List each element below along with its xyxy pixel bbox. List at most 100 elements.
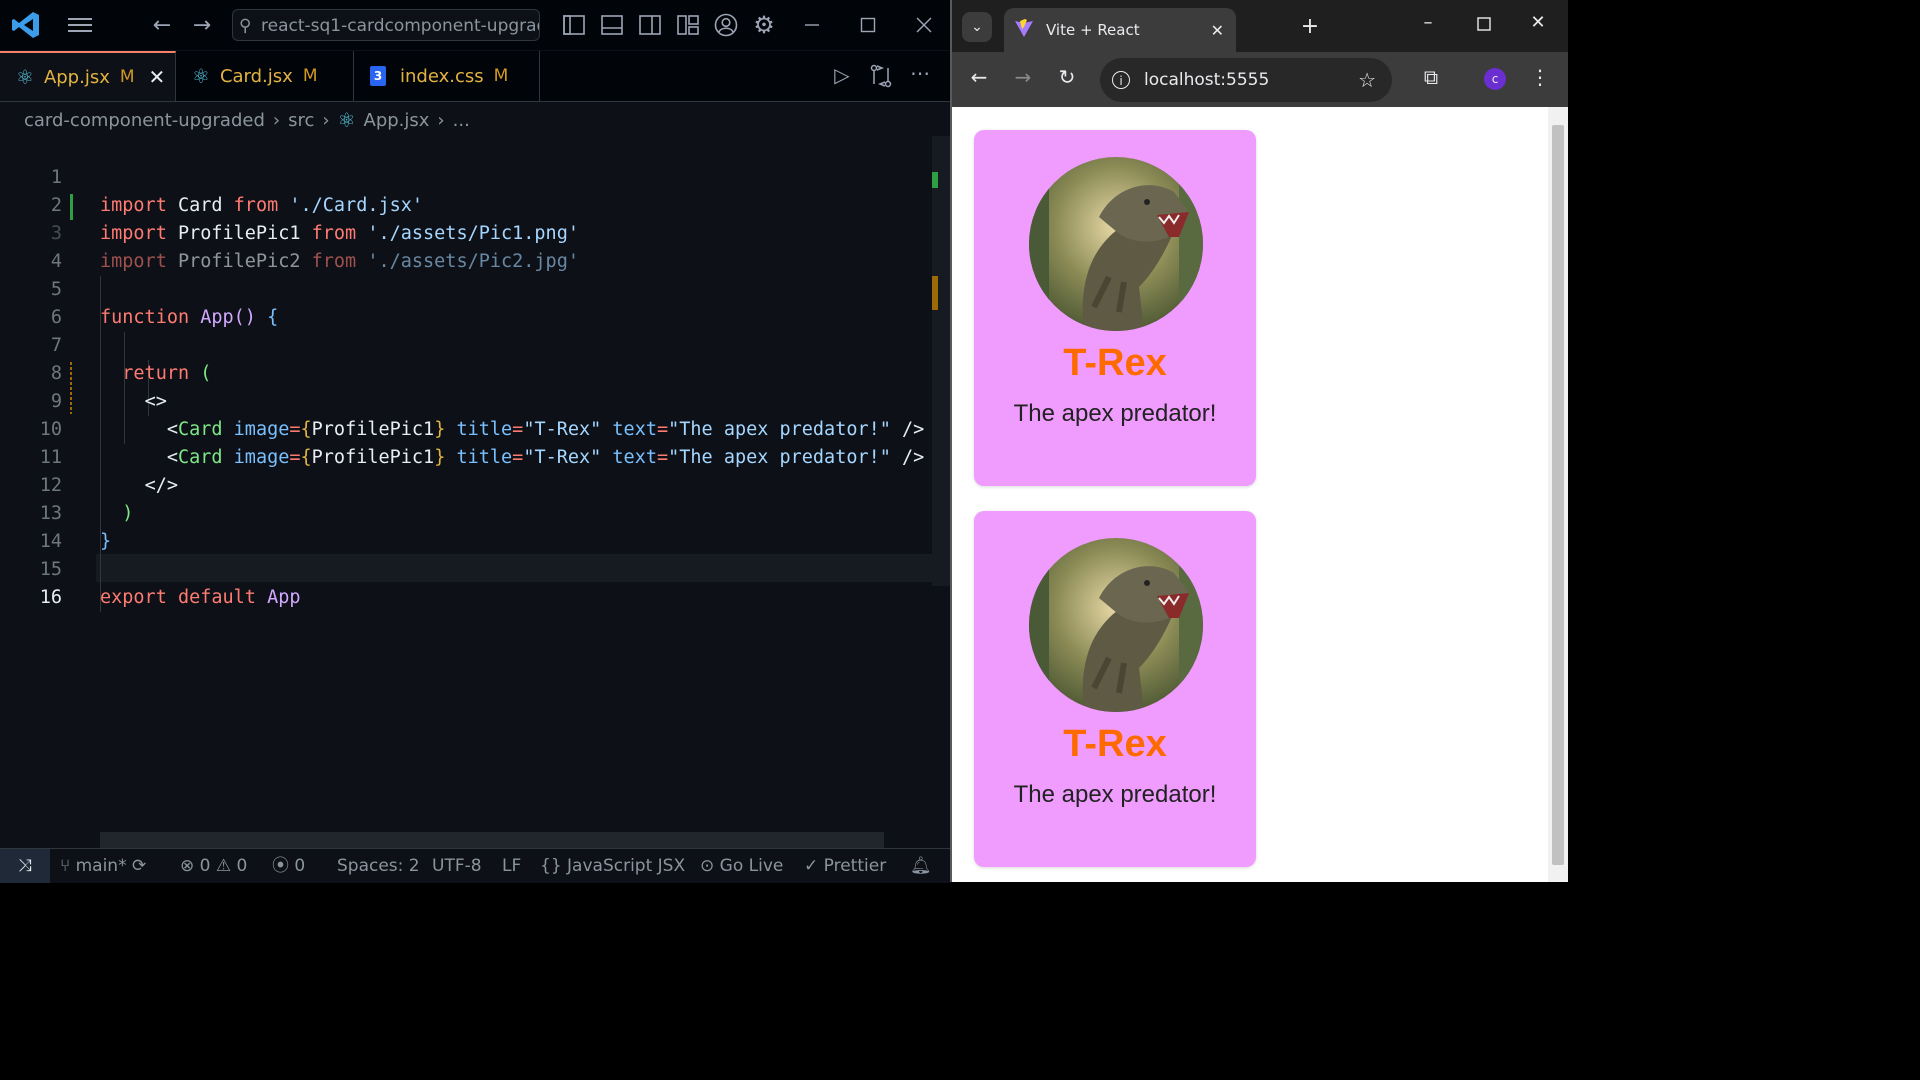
code-line: 3 import ProfilePic2 from './assets/Pic2… [0,192,932,272]
new-tab-icon[interactable]: + [1298,14,1322,39]
reload-icon[interactable]: ↻ [1054,65,1080,89]
status-bar: ⤨ ⑂ main* ⟳ ⊗ 0 ⚠ 0 ⦿ 0 Spaces: 2 UTF-8 … [0,848,950,883]
broadcast-icon: ⦿ [272,856,289,876]
search-icon: ⚲ [239,16,252,36]
card: T-Rex The apex predator! [974,511,1256,867]
minimize-icon[interactable] [800,10,824,40]
chevron-right-icon: › [272,109,281,131]
code-line: 7 return ( [0,304,932,384]
menu-icon[interactable] [64,10,96,40]
close-window-icon[interactable]: ✕ [1526,12,1550,33]
url-text: localhost:5555 [1144,70,1270,90]
card-title: T-Rex [1063,723,1167,765]
breadcrumb: card-component-upgraded › src › ⚛ App.js… [24,106,470,134]
breadcrumb-folder[interactable]: card-component-upgraded [24,110,265,131]
open-changes-icon[interactable] [868,63,896,91]
modified-badge: M [493,66,509,86]
close-tab-icon[interactable]: ✕ [1211,21,1224,40]
run-icon[interactable]: ▷ [828,63,856,91]
chevron-right-icon: › [437,109,445,131]
language-status[interactable]: {} JavaScript JSX [540,849,685,883]
extensions-icon[interactable]: ⧉ [1418,65,1444,89]
identifier: App [267,587,301,608]
forward-arrow-icon[interactable]: → [188,10,216,40]
tab-card-jsx[interactable]: ⚛ Card.jsx M [176,51,354,101]
tab-index-css[interactable]: 3 index.css M [354,51,540,101]
maximize-icon[interactable] [856,10,880,40]
command-center-search[interactable]: ⚲ react-sq1-cardcomponent-upgraded [232,9,540,41]
remote-indicator-icon[interactable]: ⤨ [0,849,50,883]
bell-icon[interactable]: 🔔︎ [910,849,932,883]
code-line: 16 [0,556,932,608]
page-viewport: T-Rex The apex predator! T-Rex The apex … [952,107,1548,882]
braces-icon: {} [540,856,562,876]
breadcrumb-symbol[interactable]: ... [453,110,470,131]
more-actions-icon[interactable]: ⋯ [906,61,934,89]
toggle-primary-sidebar-icon[interactable] [560,10,588,40]
browser-toolbar: ← → ↻ i localhost:5555 ☆ ⧉ c ⋮ [952,52,1568,107]
close-tab-icon[interactable]: ✕ [149,65,166,89]
code-line: 12 ) [0,444,932,524]
keyword: export [100,587,167,608]
forward-arrow-icon[interactable]: → [1010,65,1036,89]
back-arrow-icon[interactable]: ← [148,10,176,40]
address-bar[interactable]: i localhost:5555 ☆ [1100,58,1392,102]
chevron-right-icon: › [322,109,330,131]
back-arrow-icon[interactable]: ← [966,65,992,89]
browser-tab[interactable]: Vite + React ✕ [1004,8,1236,52]
prettier-status[interactable]: ✓ Prettier [804,849,886,883]
scrollbar-thumb[interactable] [1552,125,1564,865]
code-line: 4 [0,220,932,272]
code-line: 9 <Card image={ProfilePic1} title="T-Rex… [0,360,932,440]
ports-count: 0 [294,856,306,876]
css-file-icon: 3 [370,66,386,86]
toggle-panel-icon[interactable] [598,10,626,40]
encoding-status[interactable]: UTF-8 [432,849,482,883]
kebab-menu-icon[interactable]: ⋮ [1530,65,1550,89]
code-line: 11 </> [0,416,932,496]
close-window-icon[interactable] [912,10,936,40]
editor-scrollbar[interactable] [932,136,950,586]
command-center-label: react-sq1-cardcomponent-upgraded [261,16,540,36]
git-branch-icon: ⑂ [60,856,71,876]
react-icon: ⚛ [192,64,210,88]
maximize-icon[interactable] [1472,12,1496,36]
card-image [1029,157,1203,331]
vite-favicon-icon [1014,18,1034,42]
ports-status[interactable]: ⦿ 0 [272,849,305,883]
tab-app-jsx[interactable]: ⚛ App.jsx M ✕ [0,51,176,101]
accounts-icon[interactable] [712,10,740,40]
card-text: The apex predator! [1013,781,1217,808]
page-scrollbar[interactable] [1548,107,1568,882]
horizontal-scrollbar[interactable] [100,832,884,848]
profile-avatar[interactable]: c [1484,68,1506,90]
keyword: default [177,587,256,608]
minimize-icon[interactable]: – [1416,12,1440,33]
profile-initial: c [1491,72,1499,86]
code-line: 10 <Card image={ProfilePic1} title="T-Re… [0,388,932,468]
card: T-Rex The apex predator! [974,130,1256,486]
code-line: 13 } [0,472,932,552]
error-count: 0 [199,856,211,876]
branch-status[interactable]: ⑂ main* ⟳ [60,849,146,883]
toggle-secondary-sidebar-icon[interactable] [636,10,664,40]
warning-count: 0 [236,856,248,876]
bookmark-star-icon[interactable]: ☆ [1358,68,1376,92]
site-info-icon[interactable]: i [1112,71,1130,89]
react-icon: ⚛ [16,65,34,89]
code-editor[interactable]: 1 import Card from './Card.jsx' 2 import… [0,136,932,836]
card-text: The apex predator! [1013,400,1217,427]
indentation-status[interactable]: Spaces: 2 [337,849,420,883]
scrollbar-change-marker [932,276,938,310]
gear-icon[interactable]: ⚙ [750,10,778,40]
problems-status[interactable]: ⊗ 0 ⚠ 0 [180,849,247,883]
check-icon: ✓ [804,856,819,876]
tab-label: App.jsx [43,66,110,88]
golive-status[interactable]: ⊙ Go Live [700,849,783,883]
breadcrumb-src[interactable]: src [288,110,314,131]
error-icon: ⊗ [180,856,195,876]
eol-status[interactable]: LF [502,849,521,883]
breadcrumb-file[interactable]: App.jsx [364,110,430,131]
customize-layout-icon[interactable] [674,10,702,40]
tab-search-icon[interactable]: ⌄ [962,12,992,42]
